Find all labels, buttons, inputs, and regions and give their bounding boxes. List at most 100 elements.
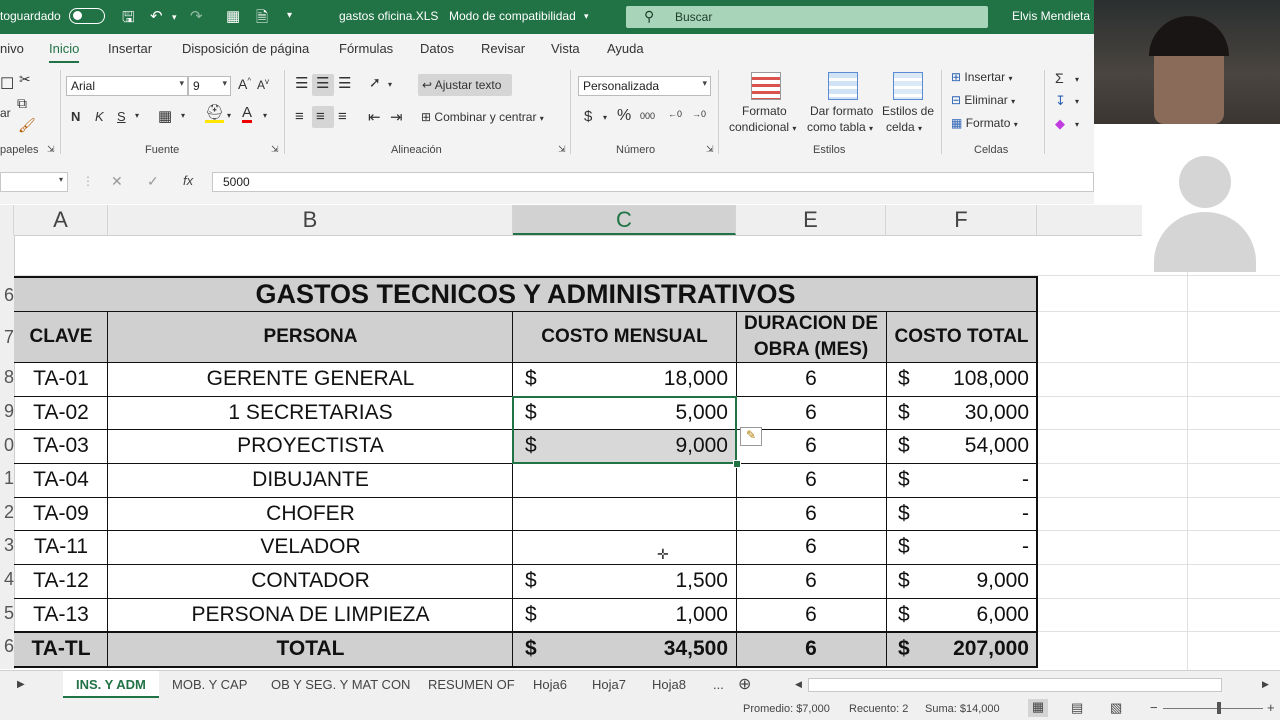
undo-dropdown-icon[interactable]: ▾ [172, 12, 177, 23]
wrap-text-button[interactable]: ↩ Ajustar texto [422, 78, 501, 92]
insert-cells-button[interactable]: ⊞ Insertar ▾ [951, 70, 1012, 84]
zoom-in-icon[interactable]: + [1267, 700, 1275, 715]
format-cells-button[interactable]: ▦ Formato ▾ [951, 116, 1018, 130]
cell-duracion[interactable]: 6 [736, 463, 886, 497]
cell-duracion[interactable]: 6 [736, 396, 886, 429]
column-header-a[interactable]: A [14, 205, 108, 235]
currency-icon[interactable]: $ [584, 108, 592, 125]
cell-costo-total[interactable]: $9,000 [886, 564, 1037, 598]
cell-styles-label-1[interactable]: Estilos de [882, 104, 934, 118]
header-clave[interactable]: CLAVE [14, 311, 108, 362]
cell-styles-label-2[interactable]: celda ▾ [886, 120, 922, 134]
grow-font-icon[interactable]: A^ [238, 76, 251, 92]
merge-center-button[interactable]: ⊞ Combinar y centrar ▾ [421, 110, 544, 124]
zoom-thumb[interactable] [1217, 702, 1221, 714]
sheet-tab[interactable]: Hoja7 [592, 677, 626, 692]
page-layout-view-icon[interactable]: ▤ [1071, 700, 1083, 716]
fill-icon[interactable]: ↧ [1055, 93, 1066, 109]
row-header[interactable]: 4 [0, 569, 14, 590]
sheet-tab[interactable]: RESUMEN OF [428, 677, 515, 692]
increase-decimal-icon[interactable]: ←0 [668, 109, 682, 119]
page-break-view-icon[interactable]: ▧ [1110, 700, 1122, 716]
cell-styles-icon[interactable] [893, 72, 923, 100]
cell-duracion[interactable]: 6 [736, 598, 886, 631]
cell-duracion[interactable]: 6 [736, 631, 886, 667]
tab-review[interactable]: Revisar [481, 41, 525, 56]
chevron-down-icon[interactable]: ▾ [584, 11, 589, 22]
normal-view-icon[interactable]: ▦ [1028, 699, 1048, 717]
formula-input[interactable]: 5000 [212, 172, 1094, 192]
italic-button[interactable]: K [95, 109, 104, 124]
cell-clave[interactable]: TA-04 [14, 463, 108, 497]
cell-persona[interactable]: CHOFER [108, 497, 513, 530]
cell-clave[interactable]: TA-11 [14, 530, 108, 564]
zoom-out-icon[interactable]: − [1150, 700, 1158, 715]
add-sheet-icon[interactable]: ⊕ [738, 674, 751, 694]
autosave-toggle[interactable] [69, 8, 105, 24]
row-header[interactable]: 3 [0, 535, 14, 556]
chevron-down-icon[interactable]: ▾ [1075, 97, 1079, 106]
quick-analysis-icon[interactable]: ✎ [740, 427, 762, 446]
sheet-tab[interactable]: MOB. Y CAP [172, 677, 247, 692]
header-costo-mensual[interactable]: COSTO MENSUAL [513, 311, 736, 362]
chevron-down-icon[interactable]: ▾ [181, 111, 185, 120]
cell-clave[interactable]: TA-09 [14, 497, 108, 530]
thousands-icon[interactable]: 000 [640, 111, 655, 121]
cell-persona[interactable]: CONTADOR [108, 564, 513, 598]
scroll-left-icon[interactable]: ◀ [795, 679, 802, 690]
chevron-down-icon[interactable]: ▾ [388, 80, 392, 89]
cell-persona[interactable]: TOTAL [108, 631, 513, 667]
table-title[interactable]: GASTOS TECNICOS Y ADMINISTRATIVOS [14, 277, 1037, 311]
cell-clave[interactable]: TA-01 [14, 362, 108, 396]
align-bottom-icon[interactable]: ☰ [338, 74, 351, 92]
row-header[interactable]: 7 [0, 327, 14, 348]
cond-format-label-1[interactable]: Formato [742, 104, 787, 118]
redo-icon[interactable]: ↷ [190, 7, 203, 25]
align-middle-icon[interactable]: ☰ [316, 74, 329, 92]
cancel-icon[interactable]: ✕ [111, 173, 123, 190]
tab-help[interactable]: Ayuda [607, 41, 644, 56]
tab-insert[interactable]: Insertar [108, 41, 152, 56]
font-size-select[interactable]: 9 ▾ [188, 76, 231, 96]
insert-function-button[interactable]: fx [183, 173, 193, 188]
row-header[interactable]: 8 [0, 367, 14, 388]
cell-persona[interactable]: PROYECTISTA [108, 429, 513, 463]
cut-icon[interactable]: ✂ [19, 71, 31, 88]
font-color-icon[interactable]: A [242, 105, 253, 123]
tab-page-layout[interactable]: Disposición de página [182, 41, 309, 56]
header-duracion[interactable]: DURACION DE OBRA (MES) [736, 311, 886, 362]
row-header[interactable]: 2 [0, 502, 14, 523]
autosum-icon[interactable]: Σ [1055, 70, 1064, 86]
chevron-down-icon[interactable]: ▾ [1075, 120, 1079, 129]
chevron-down-icon[interactable]: ▾ [603, 113, 607, 122]
cell-persona[interactable]: VELADOR [108, 530, 513, 564]
sheet-tab[interactable]: OB Y SEG. Y MAT CON [271, 677, 410, 692]
paste-icon[interactable]: ☐ [0, 74, 14, 94]
orientation-icon[interactable]: ➚ [369, 74, 381, 91]
cell-clave[interactable]: TA-TL [14, 631, 108, 667]
copy-icon[interactable]: ⧉ [17, 95, 27, 112]
user-name[interactable]: Elvis Mendieta [1012, 9, 1090, 23]
cell-persona[interactable]: DIBUJANTE [108, 463, 513, 497]
increase-indent-icon[interactable]: ⇥ [390, 108, 403, 126]
cell-clave[interactable]: TA-03 [14, 429, 108, 463]
chevron-down-icon[interactable]: ▾ [135, 111, 139, 120]
font-name-select[interactable]: Arial ▾ [66, 76, 188, 96]
cell-clave[interactable]: TA-13 [14, 598, 108, 631]
clear-icon[interactable]: ◆ [1055, 116, 1065, 132]
cell-persona[interactable]: 1 SECRETARIAS [108, 396, 513, 429]
tab-view[interactable]: Vista [551, 41, 580, 56]
cell-costo-mensual[interactable]: $1,500 [513, 564, 736, 598]
delete-cells-button[interactable]: ⊟ Eliminar ▾ [951, 93, 1015, 107]
chevron-down-icon[interactable]: ▾ [227, 111, 231, 120]
align-left-icon[interactable]: ≡ [295, 108, 304, 125]
column-header-b[interactable]: B [108, 205, 513, 235]
cell-costo-total[interactable]: $ - [886, 497, 1037, 530]
sheet-tab[interactable]: Hoja8 [652, 677, 686, 692]
tab-data[interactable]: Datos [420, 41, 454, 56]
cell-costo-mensual[interactable] [513, 463, 736, 497]
number-launcher-icon[interactable]: ⇲ [706, 144, 714, 155]
fill-handle[interactable] [733, 460, 741, 468]
clipboard-launcher-icon[interactable]: ⇲ [47, 144, 55, 155]
new-file-icon[interactable]: 🗎 [256, 7, 268, 32]
